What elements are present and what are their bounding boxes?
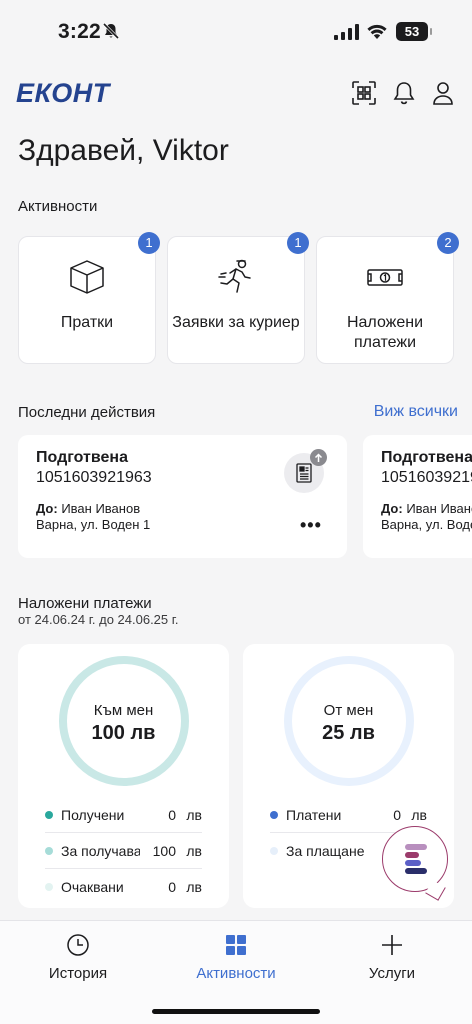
recent-shipment-card[interactable]: Подготвена 1051603921963 До: Иван Иванов…: [18, 435, 347, 558]
tab-activities-label: Активности: [196, 965, 276, 982]
received-row: Получени 0 лв: [45, 797, 202, 833]
tab-history[interactable]: История: [18, 933, 138, 982]
paid-label: Платени: [286, 806, 342, 823]
recipient-name: Иван Иванов: [61, 501, 141, 516]
cash-icon: [365, 257, 405, 302]
chat-support-button[interactable]: [382, 826, 448, 892]
to-pay-dot: [270, 847, 278, 855]
bell-icon[interactable]: [391, 80, 417, 106]
qr-scan-icon[interactable]: [351, 80, 377, 106]
grid-icon: [224, 933, 248, 959]
shipment-status: Подготвена: [381, 449, 472, 466]
expected-dot: [45, 883, 53, 891]
paid-unit: лв: [411, 806, 427, 823]
paid-dot: [270, 810, 278, 819]
recipient-line: До: Иван Иванов: [36, 501, 140, 516]
cod-count-badge: 2: [437, 232, 459, 254]
recipient-address: Варна, ул. Воден 1: [381, 517, 472, 532]
from-me-ring: [284, 656, 414, 786]
tab-services-label: Услуги: [368, 965, 416, 982]
to-me-total: 100 лв: [91, 722, 156, 744]
shipment-number: 1051603921963: [36, 469, 152, 486]
received-dot: [45, 810, 53, 819]
activity-card-cod-payments[interactable]: Наложени платежи: [316, 236, 454, 364]
recipient-label: До:: [36, 501, 58, 516]
box-icon: [67, 257, 107, 302]
upload-arrow-icon: [310, 449, 327, 466]
received-unit: лв: [186, 806, 202, 823]
activity-label: Заявки за куриер: [172, 314, 300, 331]
cellular-signal-icon: [334, 24, 360, 45]
greeting-title: Здравей, Viktor: [18, 134, 229, 167]
cod-period: от 24.06.24 г. до 24.06.25 г.: [18, 612, 179, 627]
to-receive-unit: лв: [186, 842, 202, 859]
user-icon[interactable]: [430, 80, 456, 106]
recent-actions-title: Последни действия: [18, 404, 156, 421]
tab-activities[interactable]: Активности: [176, 933, 296, 982]
to-me-ring: [59, 656, 189, 786]
paid-value: 0: [393, 806, 401, 823]
expected-label: Очаквани: [61, 879, 124, 895]
battery-indicator: 53: [396, 22, 432, 41]
to-receive-row: За получава... 100 лв: [45, 833, 202, 869]
status-bar: 3:22 53: [0, 0, 472, 64]
expected-row: Очаквани 0 лв: [45, 869, 202, 905]
recipient-address: Варна, ул. Воден 1: [36, 517, 151, 532]
status-time: 3:22: [58, 20, 101, 43]
shipment-status: Подготвена: [36, 449, 128, 466]
shipment-number: 1051603921963: [381, 469, 472, 486]
courier-count-badge: 1: [287, 232, 309, 254]
received-label: Получени: [61, 806, 125, 823]
chat-logo-icon: [405, 844, 427, 874]
courier-icon: [216, 257, 256, 302]
view-all-link[interactable]: Виж всички: [374, 403, 458, 421]
silent-mode-icon: [102, 22, 120, 45]
more-options-button[interactable]: •••: [300, 515, 322, 536]
expected-unit: лв: [186, 879, 202, 895]
econt-logo: ЕКОНТ: [16, 78, 110, 108]
wifi-icon: [366, 22, 388, 45]
from-me-caption: От мен: [323, 702, 374, 719]
from-me-total: 25 лв: [322, 722, 375, 744]
recipient-label: До:: [381, 501, 403, 516]
activities-title: Активности: [18, 198, 98, 215]
received-value: 0: [168, 806, 176, 823]
home-indicator: [152, 1009, 320, 1014]
activity-label: Наложени платежи: [346, 314, 424, 351]
to-receive-label: За получава...: [61, 842, 140, 859]
recipient-name: Иван Иванов: [406, 501, 472, 516]
tab-services[interactable]: Услуги: [332, 933, 452, 982]
to-me-caption: Към мен: [93, 702, 154, 719]
to-receive-dot: [45, 846, 53, 855]
plus-icon: [380, 933, 404, 959]
cod-title: Наложени платежи: [18, 595, 152, 612]
activity-card-shipments[interactable]: Пратки: [18, 236, 156, 364]
tab-history-label: История: [48, 965, 108, 982]
recent-shipment-card[interactable]: Подготвена 1051603921963 До: Иван Иванов…: [363, 435, 472, 558]
cod-to-me-card[interactable]: Към мен 100 лв Получени 0 лв За получава…: [18, 644, 229, 908]
clock-icon: [66, 933, 90, 959]
to-receive-value: 100: [152, 842, 176, 859]
activity-card-courier-requests[interactable]: Заявки за куриер: [167, 236, 305, 364]
activity-label: Пратки: [60, 314, 114, 331]
recipient-line: До: Иван Иванов: [381, 501, 472, 516]
expected-value: 0: [168, 879, 176, 895]
shipments-count-badge: 1: [138, 232, 160, 254]
